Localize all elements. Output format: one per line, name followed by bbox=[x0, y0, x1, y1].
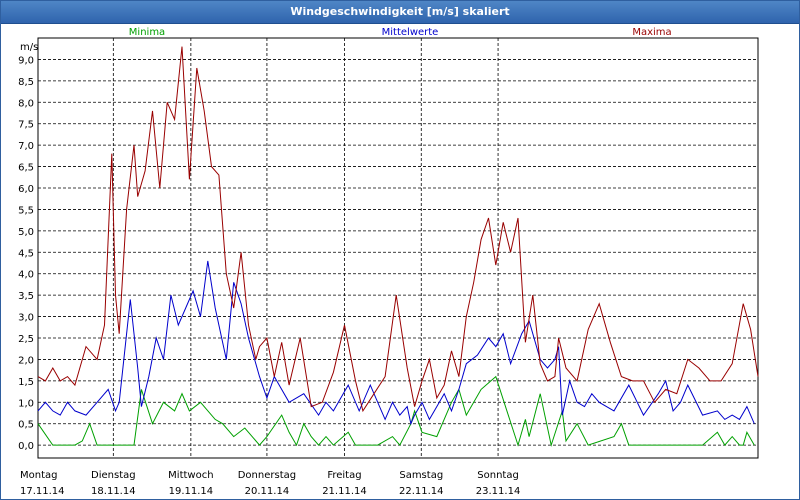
plot-border bbox=[37, 37, 759, 459]
x-tick-day: Donnerstag bbox=[238, 470, 296, 481]
y-tick-label: 2,0 bbox=[18, 355, 34, 366]
x-tick-day: Dienstag bbox=[91, 470, 136, 481]
x-tick-date: 23.11.14 bbox=[476, 486, 521, 497]
y-tick-label: 5,0 bbox=[18, 227, 34, 238]
x-tick-day: Montag bbox=[20, 470, 57, 481]
axes bbox=[37, 37, 759, 459]
x-tick-day: Sonntag bbox=[477, 470, 519, 481]
y-tick-label: 8,0 bbox=[18, 98, 34, 109]
legend-minima: Minima bbox=[129, 27, 165, 38]
y-tick-label: 1,5 bbox=[18, 377, 34, 388]
y-tick-label: 7,5 bbox=[18, 120, 34, 131]
grid bbox=[38, 38, 758, 458]
series-line-maxima bbox=[37, 46, 759, 413]
series-lines bbox=[37, 46, 759, 448]
y-tick-label: 9,0 bbox=[18, 55, 34, 66]
y-tick-label: 4,5 bbox=[18, 248, 34, 259]
x-tick-date: 22.11.14 bbox=[399, 486, 444, 497]
axis-labels: 0,0 0,5 1,0 1,5 2,0 2,5 3,0 3,5 4,0 4,5 5,0 5,5 6,0 6… bbox=[18, 42, 520, 497]
y-tick-label: 7,0 bbox=[18, 141, 34, 152]
y-tick-label: 0,0 bbox=[18, 441, 34, 452]
x-tick-date: 17.11.14 bbox=[20, 486, 65, 497]
x-tick-date: 20.11.14 bbox=[245, 486, 290, 497]
series-line-mittelwerte bbox=[37, 260, 755, 426]
x-tick-date: 18.11.14 bbox=[91, 486, 136, 497]
y-tick-label: 3,5 bbox=[18, 291, 34, 302]
legend: Minima Mittelwerte Maxima bbox=[129, 27, 672, 38]
y-tick-label: 2,5 bbox=[18, 334, 34, 345]
x-tick-day: Samstag bbox=[399, 470, 443, 481]
y-tick-label: 6,5 bbox=[18, 163, 34, 174]
y-tick-label: 8,5 bbox=[18, 77, 34, 88]
x-tick-date: 19.11.14 bbox=[169, 486, 214, 497]
y-tick-label: 1,0 bbox=[18, 398, 34, 409]
x-tick-date: 21.11.14 bbox=[322, 486, 367, 497]
y-tick-label: 5,5 bbox=[18, 205, 34, 216]
y-tick-label: 0,5 bbox=[18, 420, 34, 431]
y-tick-label: 4,0 bbox=[18, 270, 34, 281]
legend-mittelwerte: Mittelwerte bbox=[382, 27, 439, 38]
legend-maxima: Maxima bbox=[632, 27, 671, 38]
y-axis-label: m/s bbox=[20, 42, 38, 53]
y-tick-label: 3,0 bbox=[18, 313, 34, 324]
x-tick-day: Freitag bbox=[327, 470, 361, 481]
wind-speed-chart: 0,0 0,5 1,0 1,5 2,0 2,5 3,0 3,5 4,0 4,5 5,0 5,5 6,0 6… bbox=[18, 27, 759, 497]
x-tick-day: Mittwoch bbox=[168, 470, 213, 481]
y-tick-label: 6,0 bbox=[18, 184, 34, 195]
